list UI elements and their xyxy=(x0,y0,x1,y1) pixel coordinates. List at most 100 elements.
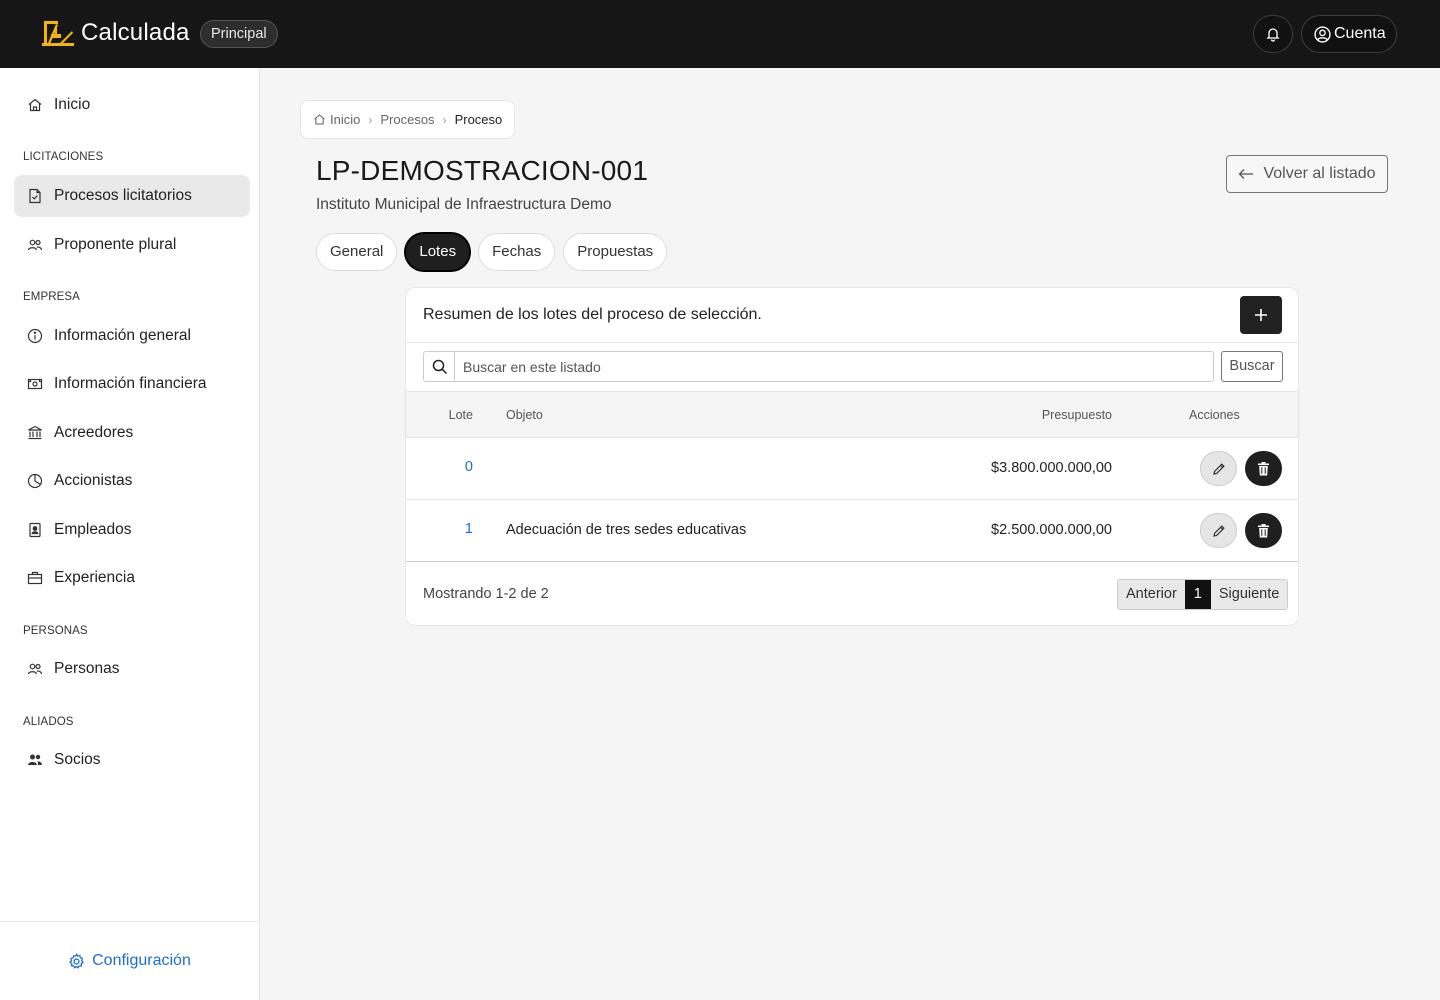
card-header: Resumen de los lotes del proceso de sele… xyxy=(406,288,1298,343)
settings-link[interactable]: Configuración xyxy=(0,921,259,1000)
breadcrumb-home[interactable]: Inicio xyxy=(330,112,360,127)
sidebar-item-label: Socios xyxy=(54,751,101,768)
search-icon-box xyxy=(423,351,455,382)
info-icon xyxy=(27,328,43,344)
sidebar-item-label: Empleados xyxy=(54,521,132,538)
search-row: Buscar xyxy=(406,343,1298,391)
chevron-right-icon: › xyxy=(368,112,373,127)
col-lote[interactable]: Lote xyxy=(449,408,473,422)
tab-propuestas[interactable]: Propuestas xyxy=(563,233,668,271)
pagination-prev[interactable]: Anterior xyxy=(1118,580,1185,609)
sidebar-item-label: Inicio xyxy=(54,96,91,113)
back-to-list-button[interactable]: Volver al listado xyxy=(1226,155,1388,193)
pagination-next[interactable]: Siguiente xyxy=(1210,580,1288,609)
chevron-right-icon: › xyxy=(442,112,447,127)
lote-objeto: Adecuación de tres sedes educativas xyxy=(506,522,747,538)
environment-badge[interactable]: Principal xyxy=(200,20,278,48)
home-icon xyxy=(28,98,42,112)
sidebar-item-label: Personas xyxy=(54,660,120,677)
user-circle-icon xyxy=(1314,25,1331,43)
sidebar-item-accionistas[interactable]: Accionistas xyxy=(14,460,250,502)
col-objeto[interactable]: Objeto xyxy=(506,408,543,422)
pie-chart-icon xyxy=(27,473,43,489)
sidebar-item-experiencia[interactable]: Experiencia xyxy=(14,557,250,599)
brand[interactable]: Calculada xyxy=(42,19,190,47)
tab-fechas[interactable]: Fechas xyxy=(478,233,556,271)
top-bar: Calculada Principal Cuenta xyxy=(0,0,1440,68)
trash-icon xyxy=(1258,461,1269,475)
search-icon xyxy=(432,359,447,374)
sidebar-item-info-financiera[interactable]: Información financiera xyxy=(14,363,250,405)
section-licitaciones: LICITACIONES xyxy=(23,151,104,163)
lote-number-link[interactable]: 1 xyxy=(465,521,473,537)
pagination-page-current[interactable]: 1 xyxy=(1184,580,1211,609)
sidebar-item-label: Experiencia xyxy=(54,569,135,586)
id-badge-icon xyxy=(29,522,41,538)
bell-icon xyxy=(1266,28,1280,42)
table-row: 1 Adecuación de tres sedes educativas $2… xyxy=(406,500,1298,562)
gear-icon xyxy=(69,952,85,969)
sidebar-item-info-general[interactable]: Información general xyxy=(14,315,250,357)
lotes-card: Resumen de los lotes del proceso de sele… xyxy=(405,287,1299,626)
table-header: Lote Objeto Presupuesto Acciones xyxy=(406,391,1298,438)
search-button[interactable]: Buscar xyxy=(1221,351,1283,382)
page-subtitle: Instituto Municipal de Infraestructura D… xyxy=(316,196,612,213)
settings-label: Configuración xyxy=(92,952,191,969)
crane-logo-icon xyxy=(42,21,74,46)
pagination-info: Mostrando 1-2 de 2 xyxy=(423,586,549,602)
section-aliados: ALIADOS xyxy=(23,716,74,728)
sidebar-item-label: Proponente plural xyxy=(54,236,177,253)
people-icon xyxy=(27,663,43,675)
breadcrumb-procesos[interactable]: Procesos xyxy=(380,112,434,127)
delete-button[interactable] xyxy=(1245,451,1282,486)
briefcase-icon xyxy=(27,571,43,585)
col-acciones: Acciones xyxy=(1189,408,1240,422)
sidebar-item-proponente[interactable]: Proponente plural xyxy=(14,224,250,266)
sidebar-item-socios[interactable]: Socios xyxy=(14,739,250,781)
tab-bar: General Lotes Fechas Propuestas xyxy=(316,233,675,271)
page-title: LP-DEMOSTRACION-001 xyxy=(316,155,649,186)
sidebar-item-label: Acreedores xyxy=(54,424,134,441)
home-icon xyxy=(314,114,325,125)
breadcrumb-current: Proceso xyxy=(454,112,503,127)
breadcrumb: Inicio › Procesos › Proceso xyxy=(300,100,516,139)
sidebar-item-acreedores[interactable]: Acreedores xyxy=(14,412,250,454)
section-personas: PERSONAS xyxy=(23,625,88,637)
search-input[interactable] xyxy=(454,351,1214,382)
delete-button[interactable] xyxy=(1245,513,1282,548)
trash-icon xyxy=(1258,523,1269,537)
pagination: Anterior 1 Siguiente xyxy=(1117,579,1289,610)
tab-lotes[interactable]: Lotes xyxy=(405,233,471,271)
edit-button[interactable] xyxy=(1200,513,1237,548)
plus-icon xyxy=(1255,309,1267,321)
section-empresa: EMPRESA xyxy=(23,291,80,303)
sidebar-item-inicio[interactable]: Inicio xyxy=(14,84,250,126)
sidebar-item-label: Procesos licitatorios xyxy=(54,187,192,204)
sidebar-item-label: Información general xyxy=(54,327,191,344)
sidebar-item-label: Accionistas xyxy=(54,472,133,489)
people-icon xyxy=(27,239,43,251)
tab-general[interactable]: General xyxy=(316,233,398,271)
lote-presupuesto: $2.500.000.000,00 xyxy=(991,522,1112,538)
card-footer: Mostrando 1-2 de 2 Anterior 1 Siguiente xyxy=(406,561,1298,625)
sidebar-item-empleados[interactable]: Empleados xyxy=(14,509,250,551)
sidebar: Inicio LICITACIONES Procesos licitatorio… xyxy=(0,68,260,1000)
document-check-icon xyxy=(29,188,41,204)
sidebar-item-procesos[interactable]: Procesos licitatorios xyxy=(14,175,250,217)
back-label: Volver al listado xyxy=(1263,165,1376,182)
app-name: Calculada xyxy=(81,19,190,46)
table-row: 0 $3.800.000.000,00 xyxy=(406,438,1298,500)
sidebar-item-personas[interactable]: Personas xyxy=(14,648,250,690)
pencil-icon xyxy=(1212,462,1225,475)
account-button[interactable]: Cuenta xyxy=(1301,15,1397,53)
cash-icon xyxy=(27,378,43,390)
notifications-button[interactable] xyxy=(1253,15,1293,53)
arrow-left-icon xyxy=(1239,169,1254,179)
lote-number-link[interactable]: 0 xyxy=(465,459,473,475)
pencil-icon xyxy=(1212,524,1225,537)
add-lote-button[interactable] xyxy=(1240,296,1282,334)
card-title: Resumen de los lotes del proceso de sele… xyxy=(423,306,762,323)
edit-button[interactable] xyxy=(1200,451,1237,486)
col-presupuesto[interactable]: Presupuesto xyxy=(1042,408,1112,422)
account-label: Cuenta xyxy=(1334,25,1386,42)
